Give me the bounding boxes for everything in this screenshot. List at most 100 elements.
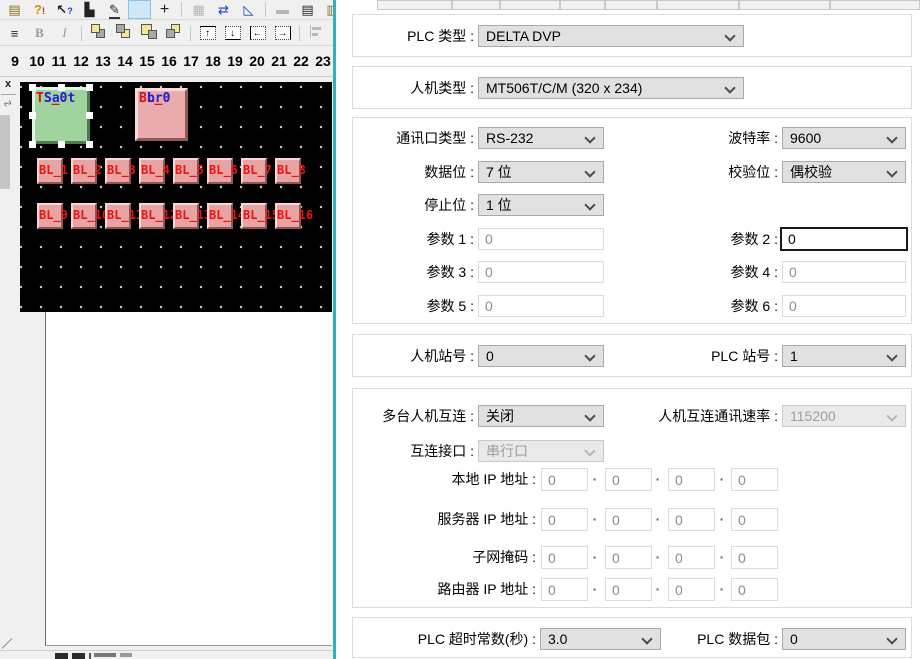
plc-packet-select[interactable]: 0 <box>782 628 906 650</box>
font-size-button[interactable]: 11 <box>48 53 70 69</box>
font-size-button[interactable]: 19 <box>224 53 246 69</box>
baud-select[interactable]: 9600 <box>782 127 906 149</box>
ip-octet-input[interactable] <box>541 468 588 491</box>
bl-button[interactable]: BL_16 <box>275 203 301 229</box>
send-backward-button[interactable] <box>162 24 185 43</box>
window-tab-fragment[interactable] <box>72 653 85 659</box>
ip-octet-input[interactable] <box>605 468 652 491</box>
bl-button[interactable]: BL_4 <box>139 158 165 184</box>
font-size-button[interactable]: 9 <box>4 53 26 69</box>
font-size-button[interactable]: 16 <box>158 53 180 69</box>
ip-octet-input[interactable] <box>541 546 588 569</box>
multilink-mode-select[interactable]: 关闭 <box>478 405 604 427</box>
param4-input[interactable] <box>782 261 906 283</box>
bl-button[interactable]: BL_2 <box>71 158 97 184</box>
help-button[interactable]: ?! <box>28 0 51 19</box>
crosshair-button[interactable]: + <box>153 0 176 19</box>
dialog-tab[interactable] <box>657 0 739 10</box>
bit-lamp-object[interactable]: BL_0 br0 <box>135 88 188 141</box>
hmi-station-select[interactable]: 0 <box>478 345 604 367</box>
plc-station-select[interactable]: 1 <box>782 345 906 367</box>
plc-type-select[interactable]: DELTA DVP <box>478 25 744 47</box>
font-size-button[interactable]: 17 <box>180 53 202 69</box>
ip-octet-input[interactable] <box>731 468 778 491</box>
bl-button[interactable]: BL_12 <box>139 203 165 229</box>
bl-button[interactable]: BL_3 <box>105 158 131 184</box>
dialog-tab[interactable] <box>500 0 560 10</box>
selection-handle[interactable] <box>29 112 36 119</box>
dialog-tab[interactable] <box>605 0 657 10</box>
dialog-tab[interactable] <box>560 0 605 10</box>
send-to-back-button[interactable] <box>112 24 135 43</box>
hmi-type-select[interactable]: MT506T/C/M (320 x 234) <box>478 77 744 99</box>
font-size-button[interactable]: 15 <box>136 53 158 69</box>
bl-button[interactable]: BL_6 <box>207 158 233 184</box>
ip-octet-input[interactable] <box>668 546 715 569</box>
align-left-button[interactable] <box>305 24 328 43</box>
selection-handle[interactable] <box>86 112 93 119</box>
font-size-button[interactable]: 21 <box>268 53 290 69</box>
font-size-button[interactable]: 10 <box>26 53 48 69</box>
param3-input[interactable] <box>478 261 604 283</box>
bl-button[interactable]: BL_10 <box>71 203 97 229</box>
grid-snap-button[interactable] <box>128 0 151 19</box>
justify-text-button[interactable]: ≡ <box>3 24 26 43</box>
window-preview-button[interactable]: ▬ <box>271 0 294 19</box>
ip-octet-input[interactable] <box>668 508 715 531</box>
stop-bits-select[interactable]: 1 位 <box>478 194 604 216</box>
image-library-button[interactable]: ▙ <box>78 0 101 19</box>
ip-octet-input[interactable] <box>541 508 588 531</box>
output-window-button[interactable]: ▤ <box>3 0 26 19</box>
ip-octet-input[interactable] <box>731 508 778 531</box>
dialog-tab[interactable] <box>830 0 920 10</box>
pane-splitter[interactable] <box>333 0 336 659</box>
bl-button[interactable]: BL_13 <box>173 203 199 229</box>
selection-handle[interactable] <box>29 84 36 91</box>
font-size-button[interactable]: 12 <box>70 53 92 69</box>
dialog-tab[interactable] <box>739 0 830 10</box>
param2-input[interactable] <box>780 227 908 251</box>
dialog-tab[interactable] <box>377 0 452 10</box>
param1-input[interactable] <box>478 228 604 250</box>
selection-handle[interactable] <box>29 141 36 148</box>
measurement-button[interactable]: ◺ <box>237 0 260 19</box>
ip-octet-input[interactable] <box>731 546 778 569</box>
font-size-button[interactable]: 18 <box>202 53 224 69</box>
bl-button[interactable]: BL_5 <box>173 158 199 184</box>
ip-octet-input[interactable] <box>731 578 778 601</box>
bl-button[interactable]: BL_1 <box>37 158 63 184</box>
draw-tool-button[interactable]: ✎ <box>103 0 126 19</box>
link-interface-select[interactable]: 串行口 <box>478 440 604 462</box>
selection-handle[interactable] <box>58 141 65 148</box>
ip-octet-input[interactable] <box>605 546 652 569</box>
project-notebook-button[interactable]: ▥ <box>321 0 333 19</box>
selection-handle[interactable] <box>58 84 65 91</box>
port-type-select[interactable]: RS-232 <box>478 127 604 149</box>
italic-button[interactable]: I <box>53 24 76 43</box>
bl-button[interactable]: BL_15 <box>241 203 267 229</box>
resize-down-button[interactable]: ↓ <box>221 24 244 43</box>
transfer-button[interactable]: ▦ <box>187 0 210 19</box>
param5-input[interactable] <box>478 295 604 317</box>
selection-handle[interactable] <box>86 84 93 91</box>
ip-octet-input[interactable] <box>668 468 715 491</box>
bl-button[interactable]: BL_7 <box>241 158 267 184</box>
window-tab-fragment[interactable] <box>55 653 68 659</box>
font-size-button[interactable]: 14 <box>114 53 136 69</box>
font-size-button[interactable]: 23 <box>312 53 333 69</box>
dock-thumb[interactable] <box>0 115 10 189</box>
data-bits-select[interactable]: 7 位 <box>478 161 604 183</box>
import-project-button[interactable]: ⇄ <box>212 0 235 19</box>
bold-button[interactable]: B <box>28 24 51 43</box>
ip-octet-input[interactable] <box>541 578 588 601</box>
toggle-switch-object[interactable]: TS_0 Sa0t <box>32 87 90 144</box>
resize-right-button[interactable]: → <box>271 24 294 43</box>
font-size-button[interactable]: 13 <box>92 53 114 69</box>
param6-input[interactable] <box>782 295 906 317</box>
parity-select[interactable]: 偶校验 <box>782 161 906 183</box>
ip-octet-input[interactable] <box>668 578 715 601</box>
resize-left-button[interactable]: ← <box>246 24 269 43</box>
bl-button[interactable]: BL_9 <box>37 203 63 229</box>
bl-button[interactable]: BL_11 <box>105 203 131 229</box>
bring-forward-button[interactable] <box>137 24 160 43</box>
